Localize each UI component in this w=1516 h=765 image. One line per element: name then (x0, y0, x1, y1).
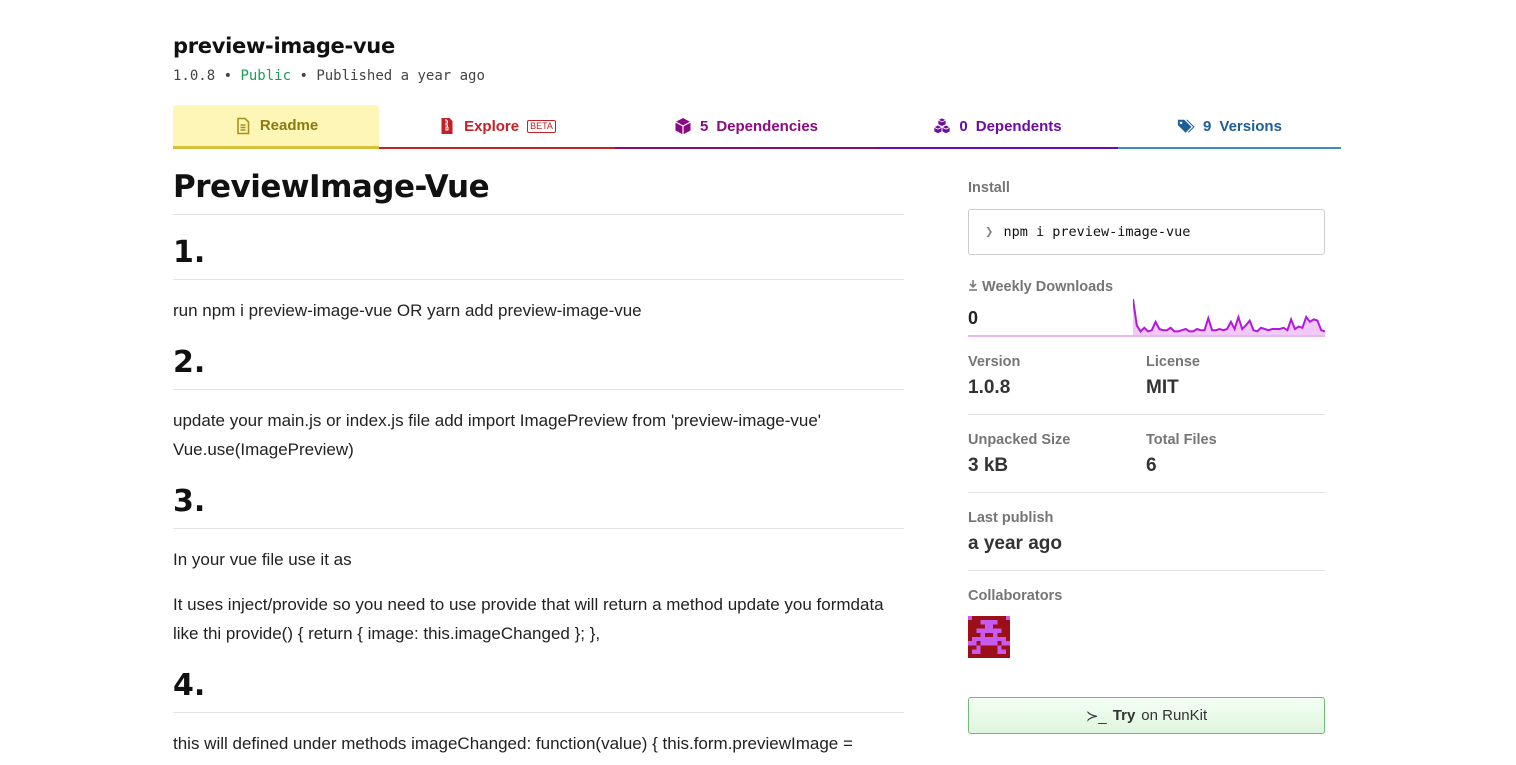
readme-content: PreviewImage-Vue 1. run npm i preview-im… (173, 165, 904, 758)
runkit-try-label: Try (1112, 707, 1136, 724)
section-text: this will defined under methods imageCha… (173, 734, 853, 753)
visibility-badge: Public (240, 68, 292, 84)
file-zip-icon (438, 117, 456, 135)
last-publish-label: Last publish (968, 510, 1054, 526)
package-tabs: Readme Explore BETA 5 Dependencies 0 Dep… (173, 105, 1341, 149)
section-heading: 3. (173, 482, 904, 529)
install-label: Install (968, 180, 1010, 196)
cube-icon (674, 117, 692, 135)
tags-icon (1177, 117, 1195, 135)
size-files-row: Unpacked Size 3 kB Total Files 6 (968, 415, 1325, 493)
sparkline-line (1133, 298, 1325, 333)
versions-count: 9 (1203, 117, 1212, 135)
total-files-value: 6 (1146, 455, 1157, 476)
tab-explore-label: Explore (464, 117, 520, 135)
try-on-runkit-button[interactable]: ≻_ Try on RunKit (968, 697, 1325, 734)
downloads-label: Weekly Downloads (968, 279, 1325, 295)
tab-readme-label: Readme (259, 117, 319, 134)
downloads-sparkline (1133, 298, 1325, 335)
dependencies-count: 5 (699, 117, 709, 135)
version-license-row: Version 1.0.8 License MIT (968, 337, 1325, 415)
total-files-info: Total Files 6 (1146, 432, 1324, 477)
tab-dependencies[interactable]: 5 Dependencies (615, 105, 877, 149)
section-heading: 4. (173, 666, 904, 713)
meta-separator: • (291, 68, 317, 84)
cubes-icon (933, 117, 951, 135)
last-publish-row: Last publish a year ago (968, 493, 1325, 571)
runkit-on-label: on RunKit (1141, 707, 1208, 724)
readme-title: PreviewImage-Vue (173, 165, 904, 215)
unpacked-size-label: Unpacked Size (968, 432, 1071, 448)
unpacked-size-info: Unpacked Size 3 kB (968, 432, 1146, 477)
tab-explore[interactable]: Explore BETA (379, 105, 615, 149)
dependents-count: 0 (959, 117, 968, 135)
section-heading: 1. (173, 233, 904, 280)
license-label: License (1146, 354, 1200, 370)
package-sidebar: Install ❯ npm i preview-image-vue Weekly… (968, 180, 1325, 734)
unpacked-size-value: 3 kB (968, 455, 1009, 476)
meta-separator: • (215, 68, 241, 84)
downloads-main: 0 (968, 298, 1325, 337)
total-files-label: Total Files (1146, 432, 1217, 448)
section-text: run npm i preview-image-vue OR yarn add … (173, 301, 642, 320)
license-value: MIT (1146, 377, 1179, 398)
tab-dependents-label: Dependents (975, 117, 1062, 135)
version-value: 1.0.8 (968, 377, 1011, 398)
install-command-box[interactable]: ❯ npm i preview-image-vue (968, 209, 1325, 255)
section-text: It uses inject/provide so you need to us… (173, 595, 884, 643)
install-command: npm i preview-image-vue (1003, 224, 1191, 240)
section-text-line: Vue.use(ImagePreview) (173, 440, 354, 459)
beta-badge: BETA (527, 119, 556, 133)
package-version: 1.0.8 (173, 68, 216, 84)
section-text: update your main.js or index.js file add… (173, 406, 904, 464)
tab-dependents[interactable]: 0 Dependents (877, 105, 1118, 149)
section-heading: 2. (173, 343, 904, 390)
prompt-chevron-icon: ❯ (985, 224, 994, 240)
last-publish-value: a year ago (968, 533, 1062, 554)
collaborators-section: Collaborators (968, 571, 1325, 663)
section-text-line: update your main.js or index.js file add… (173, 411, 822, 430)
section-text: In your vue file use it as (173, 550, 352, 569)
tab-dependencies-label: Dependencies (716, 117, 819, 135)
document-icon (234, 117, 252, 135)
published-date: Published a year ago (316, 68, 485, 84)
license-info: License MIT (1146, 354, 1324, 399)
collaborators-label: Collaborators (968, 588, 1063, 604)
package-header: preview-image-vue 1.0.8 • Public • Publi… (173, 34, 485, 84)
tab-versions[interactable]: 9 Versions (1118, 105, 1341, 149)
weekly-downloads: Weekly Downloads 0 (968, 279, 1325, 337)
tab-readme[interactable]: Readme (173, 105, 379, 149)
tab-versions-label: Versions (1219, 117, 1282, 135)
version-label: Version (968, 354, 1021, 370)
downloads-count: 0 (968, 308, 979, 328)
downloads-label-text: Weekly Downloads (982, 279, 1114, 295)
avatar[interactable] (968, 616, 1010, 658)
version-info: Version 1.0.8 (968, 354, 1146, 399)
package-meta: 1.0.8 • Public • Published a year ago (173, 68, 485, 84)
package-name: preview-image-vue (173, 34, 395, 58)
terminal-icon: ≻_ (1085, 707, 1107, 725)
download-icon (968, 279, 982, 295)
